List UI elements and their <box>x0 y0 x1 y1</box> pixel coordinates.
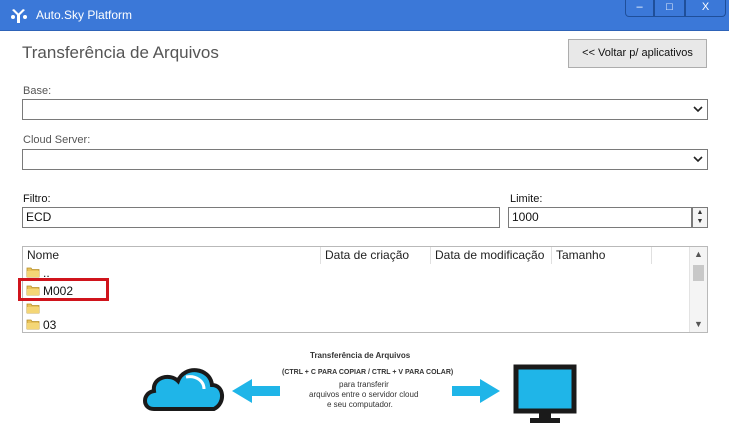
page-title: Transferência de Arquivos <box>22 43 219 62</box>
list-item[interactable]: 03 <box>23 315 683 332</box>
banner-line: para transferir <box>339 380 389 389</box>
list-item-label: 03 <box>43 318 57 332</box>
filter-input[interactable]: ECD <box>22 207 500 228</box>
vertical-scrollbar[interactable]: ▲ ▼ <box>689 247 707 332</box>
scroll-down-icon[interactable]: ▼ <box>690 317 707 332</box>
column-size[interactable]: Tamanho <box>552 247 652 264</box>
minimize-button[interactable]: – <box>625 0 654 17</box>
stepper-down-icon[interactable]: ▼ <box>693 217 707 226</box>
banner-line: e seu computador. <box>327 400 393 409</box>
folder-icon <box>26 319 40 330</box>
file-list[interactable]: Nome Data de criação Data de modificação… <box>22 246 708 333</box>
window-title: Auto.Sky Platform <box>36 8 133 22</box>
list-item[interactable]: .. <box>23 263 683 283</box>
base-label: Base: <box>23 85 52 97</box>
banner-title: Transferência de Arquivos <box>310 351 411 360</box>
cloud-server-label: Cloud Server: <box>23 134 91 146</box>
folder-icon <box>26 267 40 278</box>
main-content: Transferência de Arquivos << Voltar p/ a… <box>0 31 729 426</box>
chevron-down-icon <box>693 156 703 163</box>
selection-highlight <box>18 278 109 301</box>
limit-input[interactable]: 1000 <box>508 207 692 228</box>
arrow-left-icon <box>232 379 280 403</box>
stepper-up-icon[interactable]: ▲ <box>693 208 707 217</box>
title-bar: Auto.Sky Platform – □ X <box>0 0 729 31</box>
column-name[interactable]: Nome <box>23 247 321 264</box>
cloud-server-select[interactable] <box>22 149 708 170</box>
scroll-thumb[interactable] <box>693 265 704 281</box>
list-item[interactable]: M002 <box>23 281 683 301</box>
monitor-icon <box>513 364 577 423</box>
folder-icon <box>26 303 40 314</box>
back-to-apps-button[interactable]: << Voltar p/ aplicativos <box>568 39 707 68</box>
arrow-right-icon <box>452 379 500 403</box>
filter-label: Filtro: <box>23 193 51 205</box>
maximize-button[interactable]: □ <box>654 0 685 17</box>
close-button[interactable]: X <box>685 0 726 17</box>
base-select[interactable] <box>22 99 708 120</box>
banner-line: arquivos entre o servidor cloud <box>309 390 419 399</box>
column-modified[interactable]: Data de modificação <box>431 247 552 264</box>
app-logo-icon <box>11 9 27 23</box>
limit-label: Limite: <box>510 193 543 205</box>
banner-shortcut: (CTRL + C PARA COPIAR / CTRL + V PARA CO… <box>282 369 454 376</box>
column-created[interactable]: Data de criação <box>321 247 431 264</box>
limit-stepper[interactable]: ▲ ▼ <box>692 207 708 228</box>
chevron-down-icon <box>693 106 703 113</box>
scroll-up-icon[interactable]: ▲ <box>690 247 707 262</box>
cloud-icon <box>143 368 224 411</box>
